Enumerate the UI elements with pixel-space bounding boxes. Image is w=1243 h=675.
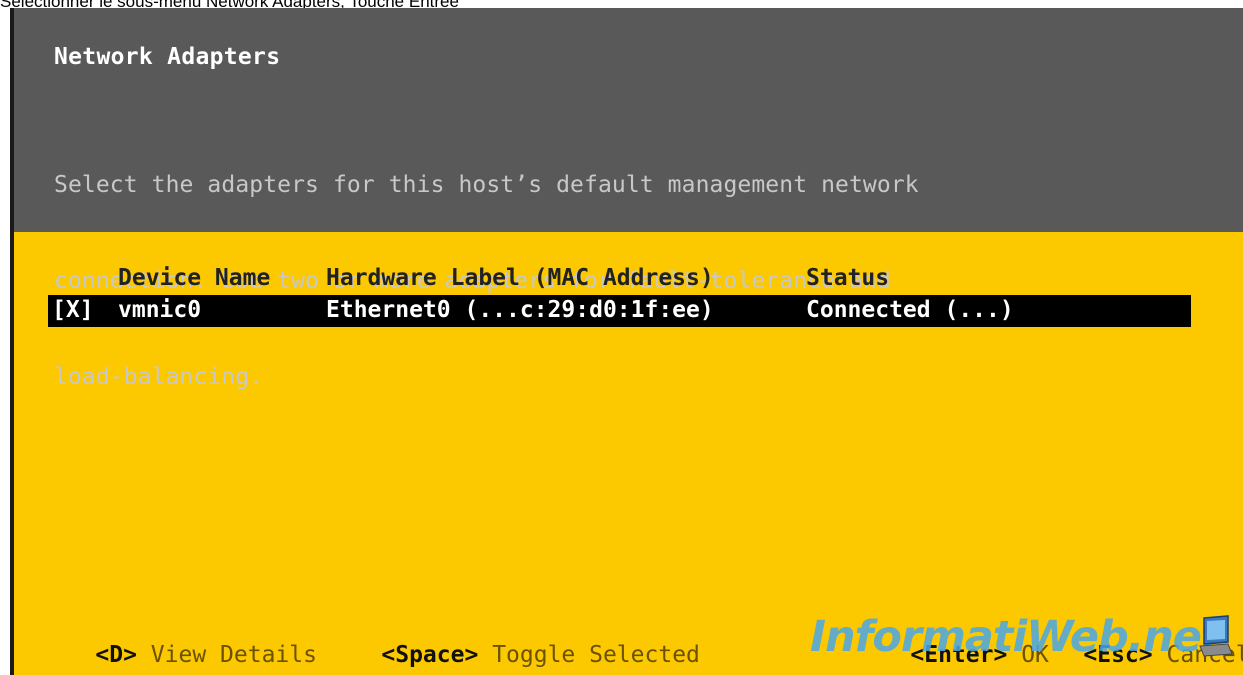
toggle-selected-action[interactable]: <Space> Toggle Selected xyxy=(326,616,700,675)
adapter-device-name: vmnic0 xyxy=(118,297,202,323)
column-header-status: Status xyxy=(806,265,890,291)
toggle-label: Toggle Selected xyxy=(492,642,700,668)
watermark-logo: InformatiWeb.net xyxy=(810,612,1221,662)
console-left-border xyxy=(10,8,14,675)
description-line: load-balancing. xyxy=(54,364,264,390)
view-details-label: View Details xyxy=(150,642,317,668)
description-line: Select the adapters for this host’s defa… xyxy=(54,172,919,198)
dcui-console: Network Adapters Select the adapters for… xyxy=(10,8,1243,675)
laptop-icon xyxy=(1199,615,1232,657)
adapter-status: Connected (...) xyxy=(806,297,1014,323)
dialog-header: Network Adapters Select the adapters for… xyxy=(10,8,1243,390)
view-details-action[interactable]: <D> View Details xyxy=(40,616,317,675)
adapter-hardware-label: Ethernet0 (...c:29:d0:1f:ee) xyxy=(326,297,714,323)
dialog-title: Network Adapters xyxy=(54,44,281,70)
view-details-key: <D> xyxy=(95,642,137,668)
adapter-checkbox[interactable]: [X] xyxy=(52,297,94,323)
toggle-key: <Space> xyxy=(381,642,479,668)
column-header-hardware-label: Hardware Label (MAC Address) xyxy=(326,265,714,291)
column-header-device-name: Device Name xyxy=(118,265,271,291)
